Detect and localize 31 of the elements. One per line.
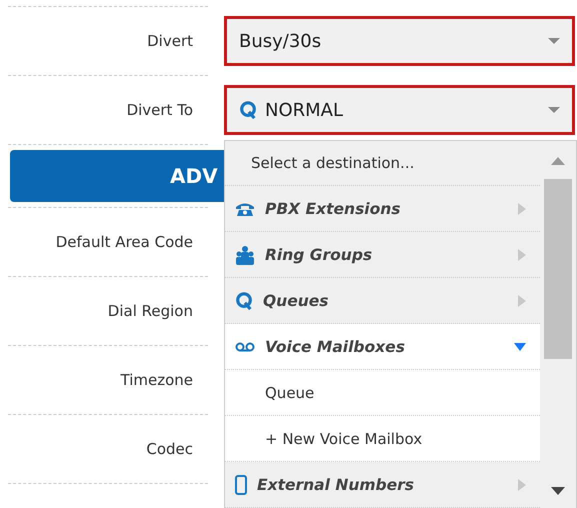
field-label: Divert <box>146 32 193 50</box>
field-label: Codec <box>145 440 193 458</box>
field-label: Dial Region <box>106 302 193 320</box>
collapsed-triangle-icon <box>518 478 526 490</box>
field-label: Default Area Code <box>54 233 193 251</box>
scrollbar-thumb[interactable] <box>544 179 572 359</box>
field-label: Timezone <box>120 371 193 389</box>
destination-option[interactable]: Queue <box>225 370 540 416</box>
mobile-phone-icon <box>235 474 247 494</box>
phone-icon <box>235 200 255 216</box>
queue-icon <box>235 290 253 310</box>
destination-group[interactable]: PBX Extensions <box>225 186 540 232</box>
field-label: Divert To <box>126 101 193 119</box>
caret-icon <box>548 107 560 113</box>
destination-option[interactable]: + New Voice Mailbox <box>225 416 540 462</box>
group-icon <box>235 244 255 264</box>
destination-group[interactable]: Ring Groups <box>225 232 540 278</box>
select-field[interactable]: Busy/30s <box>224 16 575 66</box>
destination-group[interactable]: External Numbers <box>225 462 540 508</box>
select-field[interactable]: NORMAL <box>224 85 575 135</box>
expanded-triangle-icon <box>514 342 526 350</box>
collapsed-triangle-icon <box>518 202 526 214</box>
dropdown-prompt: Select a destination... <box>225 141 540 186</box>
scroll-down-icon <box>551 487 565 495</box>
voicemail-icon <box>235 342 255 352</box>
collapsed-triangle-icon <box>518 294 526 306</box>
caret-icon <box>548 38 560 44</box>
destination-group[interactable]: Voice Mailboxes <box>225 324 540 370</box>
collapsed-triangle-icon <box>518 248 526 260</box>
scroll-up-icon <box>551 157 565 165</box>
queue-icon <box>239 100 257 120</box>
